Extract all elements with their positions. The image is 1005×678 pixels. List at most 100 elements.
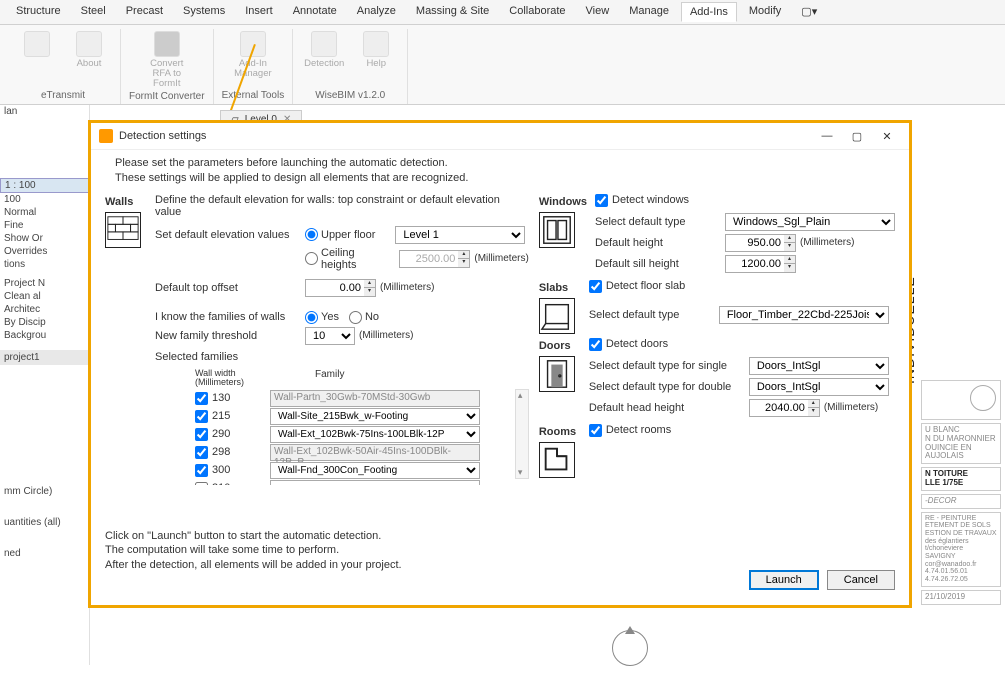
dialog-title: Detection settings	[119, 130, 206, 142]
detect-rooms-checkbox[interactable]: Detect rooms	[589, 424, 671, 437]
door-double-select[interactable]: Doors_IntSgl	[749, 378, 889, 396]
prop-scale[interactable]: 1 : 100	[0, 178, 89, 193]
threshold-select[interactable]: 10	[305, 327, 355, 345]
family-row: 310	[195, 480, 529, 485]
top-offset-input[interactable]	[305, 279, 365, 297]
slab-type-select[interactable]: Floor_Timber_22Cbd-225Joist	[719, 306, 889, 324]
ribbon-btn[interactable]: About	[66, 29, 112, 69]
section-doors: Doors	[539, 340, 581, 352]
menu-tab[interactable]: Modify	[741, 2, 789, 22]
drawing-titleblock: U BLANC N DU MARONNIER OUINCIE EN AUJOLA…	[921, 190, 1001, 608]
radio-yes[interactable]: Yes	[305, 311, 339, 324]
label: Default top offset	[155, 282, 305, 294]
spinner[interactable]: ▴▾	[364, 279, 376, 297]
browser-item[interactable]: project1	[0, 350, 89, 365]
label: Select default type for double	[589, 381, 749, 393]
menu-appmenu-icon[interactable]: ▢▾	[793, 2, 825, 22]
label: Select default type	[589, 309, 719, 321]
detect-doors-checkbox[interactable]: Detect doors	[589, 338, 668, 351]
prop-row: 100	[0, 193, 89, 206]
ribbon-btn[interactable]: Convert RFA to FormIt	[144, 29, 190, 89]
door-single-select[interactable]: Doors_IntSgl	[749, 357, 889, 375]
wall-width: 215	[212, 410, 270, 422]
properties-panel: lan 1 : 100 100 Normal Fine Show Or Over…	[0, 105, 90, 665]
ribbon-btn-detection[interactable]: Detection	[301, 29, 347, 69]
close-icon[interactable]: ✕	[873, 127, 901, 145]
family-checkbox[interactable]	[195, 410, 208, 423]
footer-line: After the detection, all elements will b…	[105, 558, 402, 572]
wall-width: 300	[212, 464, 270, 476]
doors-icon	[539, 356, 575, 392]
ceiling-height-input[interactable]	[399, 250, 459, 268]
prop-row: tions	[0, 258, 89, 271]
level-select[interactable]: Level 1	[395, 226, 525, 244]
label: Set default elevation values	[155, 229, 305, 241]
windows-type-select[interactable]: Windows_Sgl_Plain	[725, 213, 895, 231]
family-row: 300Wall-Fnd_300Con_Footing	[195, 462, 529, 479]
radio-upper-floor[interactable]: Upper floor	[305, 228, 375, 241]
menu-tab[interactable]: Manage	[621, 2, 677, 22]
window-height-input[interactable]	[725, 234, 785, 252]
ribbon-btn-help[interactable]: Help	[353, 29, 399, 69]
menu-tab[interactable]: Annotate	[285, 2, 345, 22]
family-select[interactable]: Wall-Fnd_300Con_Footing	[270, 462, 480, 479]
prop-row: Show Or	[0, 232, 89, 245]
radio-no[interactable]: No	[349, 311, 379, 324]
menu-tab[interactable]: View	[578, 2, 618, 22]
family-select[interactable]	[270, 480, 480, 485]
menu-tab[interactable]: Structure	[8, 2, 69, 22]
col-header: Family	[315, 369, 344, 387]
family-checkbox[interactable]	[195, 446, 208, 459]
tb-plan: N TOITURE LLE 1/75E	[921, 467, 1001, 491]
radio-ceiling-heights[interactable]: Ceiling heights	[305, 247, 379, 271]
section-windows: Windows	[539, 196, 587, 208]
section-walls: Walls	[105, 196, 147, 208]
spinner[interactable]: ▴▾	[784, 234, 796, 252]
label: Default height	[595, 237, 725, 249]
minimize-icon[interactable]: —	[813, 127, 841, 145]
spinner[interactable]: ▴▾	[784, 255, 796, 273]
ribbon: About eTransmit Convert RFA to FormIt Fo…	[0, 25, 1005, 105]
menu-tab[interactable]: Massing & Site	[408, 2, 497, 22]
tb-contact: RE - PEINTURE ETEMENT DE SOLS ESTION DE …	[921, 512, 1001, 587]
menu-tab[interactable]: Precast	[118, 2, 171, 22]
cancel-button[interactable]: Cancel	[827, 570, 895, 590]
family-checkbox[interactable]	[195, 482, 208, 485]
maximize-icon[interactable]: ▢	[843, 127, 871, 145]
family-value: Wall-Ext_102Bwk-50Air-45Ins-100DBlk-12P_…	[270, 444, 480, 461]
detect-slab-checkbox[interactable]: Detect floor slab	[589, 280, 685, 293]
menu-tab-active[interactable]: Add-Ins	[681, 2, 737, 22]
ribbon-group-label: FormIt Converter	[129, 89, 205, 105]
families-list: 130Wall-Partn_30Gwb-70MStd-30Gwb215Wall-…	[195, 389, 529, 485]
spinner[interactable]: ▴▾	[458, 250, 470, 268]
window-sill-input[interactable]	[725, 255, 785, 273]
label: I know the families of walls	[155, 311, 305, 323]
menu-tab[interactable]: Collaborate	[501, 2, 573, 22]
ribbon-btn[interactable]: Add-In Manager	[230, 29, 276, 79]
label: Default sill height	[595, 258, 725, 270]
menu-tab[interactable]: Analyze	[349, 2, 404, 22]
door-head-input[interactable]	[749, 399, 809, 417]
family-select[interactable]: Wall-Ext_102Bwk-75Ins-100LBlk-12P	[270, 426, 480, 443]
label: New family threshold	[155, 330, 305, 342]
family-select[interactable]: Wall-Site_215Bwk_w-Footing	[270, 408, 480, 425]
spinner[interactable]: ▴▾	[808, 399, 820, 417]
family-value: Wall-Partn_30Gwb-70MStd-30Gwb	[270, 390, 480, 407]
dialog-titlebar: Detection settings — ▢ ✕	[91, 123, 909, 150]
launch-button[interactable]: Launch	[749, 570, 819, 590]
family-checkbox[interactable]	[195, 428, 208, 441]
rooms-icon	[539, 442, 575, 478]
ribbon-btn[interactable]	[14, 29, 60, 69]
north-arrow-icon	[612, 630, 648, 666]
unit-label: (Millimeters)	[359, 330, 413, 341]
scrollbar[interactable]	[515, 389, 529, 479]
menu-tab[interactable]: Steel	[73, 2, 114, 22]
detect-windows-checkbox[interactable]: Detect windows	[595, 194, 689, 207]
menu-tab[interactable]: Systems	[175, 2, 233, 22]
section-rooms: Rooms	[539, 426, 581, 438]
intro-line: Please set the parameters before launchi…	[115, 156, 895, 171]
windows-icon	[539, 212, 575, 248]
menu-tab[interactable]: Insert	[237, 2, 281, 22]
family-checkbox[interactable]	[195, 464, 208, 477]
family-checkbox[interactable]	[195, 392, 208, 405]
